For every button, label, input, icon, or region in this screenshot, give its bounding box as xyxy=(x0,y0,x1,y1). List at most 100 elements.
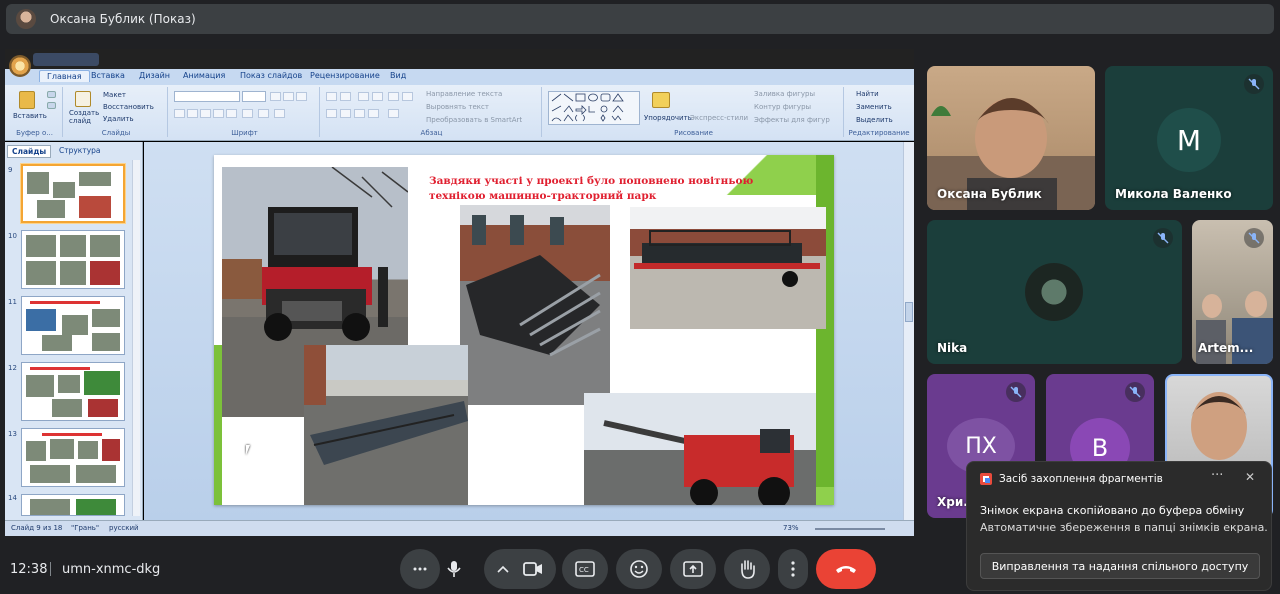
strike-button[interactable] xyxy=(213,109,224,118)
leave-call-button[interactable] xyxy=(816,549,876,589)
indent-less-button[interactable] xyxy=(358,92,369,101)
delete-button[interactable]: Удалить xyxy=(103,115,134,123)
participant-tile[interactable]: Оксана Бублик xyxy=(927,66,1095,210)
align-left-button[interactable] xyxy=(326,109,337,118)
reset-button[interactable]: Восстановить xyxy=(103,103,154,111)
notification-line: Автоматичне збереження в папці знімків е… xyxy=(980,521,1268,534)
layout-button[interactable]: Макет xyxy=(103,91,126,99)
align-right-button[interactable] xyxy=(354,109,365,118)
quick-access-toolbar[interactable] xyxy=(33,53,99,66)
divider xyxy=(50,562,51,576)
tab-review[interactable]: Рецензирование xyxy=(310,71,380,80)
bullets-button[interactable] xyxy=(326,92,337,101)
more-options-icon[interactable]: ··· xyxy=(1211,468,1223,483)
justify-button[interactable] xyxy=(368,109,379,118)
clear-format-button[interactable] xyxy=(296,92,307,101)
tab-slideshow[interactable]: Показ слайдов xyxy=(240,71,302,80)
photo-wide-header xyxy=(304,345,468,505)
underline-button[interactable] xyxy=(200,109,211,118)
arrange-button[interactable]: Упорядочить xyxy=(644,114,692,122)
present-button[interactable] xyxy=(670,549,716,589)
new-slide-icon[interactable] xyxy=(75,91,91,107)
tab-view[interactable]: Вид xyxy=(390,71,406,80)
numbering-button[interactable] xyxy=(340,92,351,101)
arrange-icon[interactable] xyxy=(652,92,670,108)
align-center-button[interactable] xyxy=(340,109,351,118)
shrink-font-button[interactable] xyxy=(283,92,294,101)
tab-slides[interactable]: Слайды xyxy=(7,145,52,158)
quick-styles-button[interactable]: Экспресс-стили xyxy=(690,114,748,122)
shadow-button[interactable] xyxy=(226,109,237,118)
slide-thumbnail[interactable] xyxy=(21,362,125,421)
photo-red-combine xyxy=(584,393,816,505)
raise-hand-button[interactable] xyxy=(724,549,770,589)
columns-button[interactable] xyxy=(402,92,413,101)
mic-off-icon xyxy=(1153,228,1173,248)
participant-tile[interactable]: Nika xyxy=(927,220,1182,364)
text-direction-button[interactable]: Направление текста xyxy=(426,90,502,98)
tab-design[interactable]: Дизайн xyxy=(139,71,170,80)
zoom-slider[interactable] xyxy=(815,528,885,530)
grow-font-button[interactable] xyxy=(270,92,281,101)
tab-outline[interactable]: Структура xyxy=(55,145,105,156)
more-actions-button[interactable] xyxy=(400,549,440,589)
pane-scrollbar[interactable] xyxy=(132,160,140,516)
chevron-up-icon[interactable] xyxy=(497,565,509,573)
slide-thumbnail[interactable] xyxy=(21,296,125,355)
slide-thumbnail[interactable] xyxy=(21,164,125,223)
slide-thumbnail[interactable] xyxy=(21,494,125,516)
captions-button[interactable]: CC xyxy=(562,549,608,589)
copy-icon[interactable] xyxy=(47,102,56,109)
mic-button[interactable] xyxy=(440,549,468,589)
office-button-icon[interactable] xyxy=(9,55,31,77)
tab-home[interactable]: Главная xyxy=(39,70,90,82)
notification-line: Знімок екрана скопійовано до буфера обмі… xyxy=(980,504,1245,517)
shape-fill-button[interactable]: Заливка фигуры xyxy=(754,90,815,98)
font-family-select[interactable] xyxy=(174,91,240,102)
tab-animation[interactable]: Анимация xyxy=(183,71,225,80)
font-size-select[interactable] xyxy=(242,91,266,102)
participant-tile[interactable]: М Микола Валенко xyxy=(1105,66,1273,210)
group-slides: Создать слайд Макет Восстановить Удалить… xyxy=(65,87,168,137)
group-paragraph: Направление текста Выровнять текст Преоб… xyxy=(322,87,542,137)
slides-pane: Слайды Структура 9 10 11 12 13 14 xyxy=(5,142,143,520)
case-button[interactable] xyxy=(258,109,269,118)
select-button[interactable]: Выделить xyxy=(856,116,893,124)
indent-more-button[interactable] xyxy=(372,92,383,101)
slides-label: Слайды xyxy=(101,129,131,137)
thumb-number: 10 xyxy=(8,232,17,240)
line-spacing-button[interactable] xyxy=(388,92,399,101)
slide: Завдяки участі у проекті було поповнено … xyxy=(214,155,834,505)
scroll-thumb[interactable] xyxy=(905,302,913,322)
options-button[interactable] xyxy=(778,549,808,589)
camera-button-group[interactable] xyxy=(484,549,556,589)
shapes-gallery[interactable] xyxy=(548,91,640,125)
group-clipboard: Вставить Буфер о... xyxy=(7,87,63,137)
find-button[interactable]: Найти xyxy=(856,90,879,98)
paste-button[interactable]: Вставить xyxy=(13,112,47,120)
slide-thumbnail[interactable] xyxy=(21,230,125,289)
mic-off-icon xyxy=(1244,74,1264,94)
replace-button[interactable]: Заменить xyxy=(856,103,892,111)
italic-button[interactable] xyxy=(187,109,198,118)
close-icon[interactable]: ✕ xyxy=(1245,470,1255,484)
smartart-button[interactable]: Преобразовать в SmartArt xyxy=(426,116,522,124)
tab-insert[interactable]: Вставка xyxy=(91,71,125,80)
camera-icon[interactable] xyxy=(523,562,543,576)
canvas-scrollbar[interactable] xyxy=(903,142,914,520)
participant-tile[interactable]: Artem... xyxy=(1192,220,1273,364)
cut-icon[interactable] xyxy=(47,91,56,98)
align-text-button[interactable]: Выровнять текст xyxy=(426,103,489,111)
slide-thumbnail[interactable] xyxy=(21,428,125,487)
reactions-button[interactable] xyxy=(616,549,662,589)
bold-button[interactable] xyxy=(174,109,185,118)
edit-share-button[interactable]: Виправлення та надання спільного доступу xyxy=(980,553,1260,579)
column-layout-button[interactable] xyxy=(388,109,399,118)
shape-effects-button[interactable]: Эффекты для фигур xyxy=(754,116,830,124)
spacing-button[interactable] xyxy=(242,109,253,118)
mouse-cursor xyxy=(246,445,254,455)
font-color-button[interactable] xyxy=(274,109,285,118)
paste-icon[interactable] xyxy=(19,91,35,109)
new-slide-button[interactable]: Создать слайд xyxy=(69,109,101,125)
shape-outline-button[interactable]: Контур фигуры xyxy=(754,103,811,111)
